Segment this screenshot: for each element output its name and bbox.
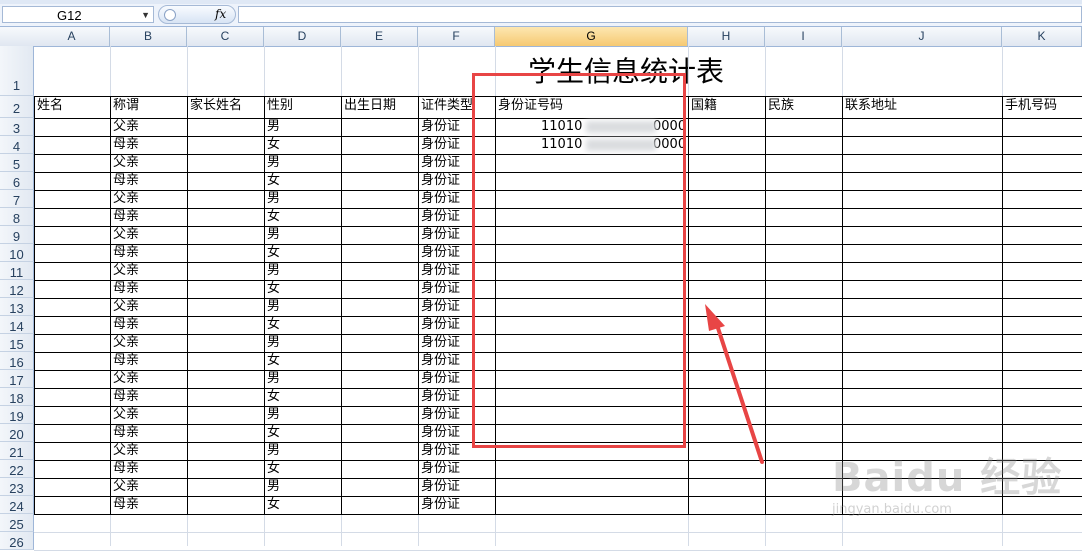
baidu-watermark: Baidu 经验 jingyan.baidu.com xyxy=(832,455,1072,517)
watermark-logo: Baidu 经验 xyxy=(832,455,1063,501)
watermark-url: jingyan.baidu.com xyxy=(832,502,952,517)
gridline xyxy=(34,550,1082,551)
